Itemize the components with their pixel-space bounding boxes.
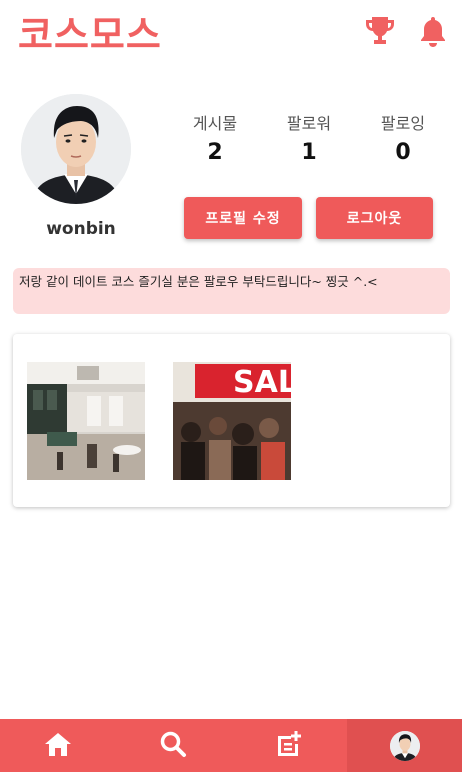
home-icon	[43, 730, 73, 762]
trophy-icon[interactable]	[364, 14, 396, 48]
nav-write[interactable]	[231, 719, 346, 772]
sale-sign-text: SAL	[233, 365, 291, 400]
app-header: 코스모스	[0, 0, 462, 64]
edit-profile-button[interactable]: 프로필 수정	[184, 197, 302, 239]
bottom-nav	[0, 719, 462, 772]
write-icon	[275, 730, 303, 762]
profile-bio: 저랑 같이 데이트 코스 즐기실 분은 팔로우 부탁드립니다~ 찡긋 ^.<	[13, 268, 450, 314]
profile-avatar	[21, 94, 131, 204]
post-thumbnail-cafe[interactable]	[27, 362, 145, 480]
posts-grid: SAL	[13, 334, 450, 507]
logout-button[interactable]: 로그아웃	[316, 197, 433, 239]
post-thumbnail-sale[interactable]: SAL	[173, 362, 291, 480]
stat-posts[interactable]: 게시물 2	[175, 110, 255, 165]
search-icon	[159, 730, 187, 762]
nav-profile[interactable]	[347, 719, 462, 772]
stat-following[interactable]: 팔로잉 0	[363, 110, 443, 165]
stat-value: 0	[395, 140, 411, 165]
stat-label: 팔로잉	[380, 114, 426, 133]
stat-value: 2	[207, 140, 223, 165]
stat-value: 1	[301, 140, 317, 165]
stat-label: 게시물	[192, 114, 238, 133]
bell-icon[interactable]	[417, 14, 449, 48]
nav-profile-avatar	[389, 730, 420, 761]
stat-label: 팔로워	[286, 114, 332, 133]
nav-home[interactable]	[0, 719, 115, 772]
nav-search[interactable]	[115, 719, 230, 772]
username: wonbin	[46, 219, 116, 239]
stat-followers[interactable]: 팔로워 1	[269, 110, 349, 165]
app-logo[interactable]: 코스모스	[18, 4, 162, 59]
